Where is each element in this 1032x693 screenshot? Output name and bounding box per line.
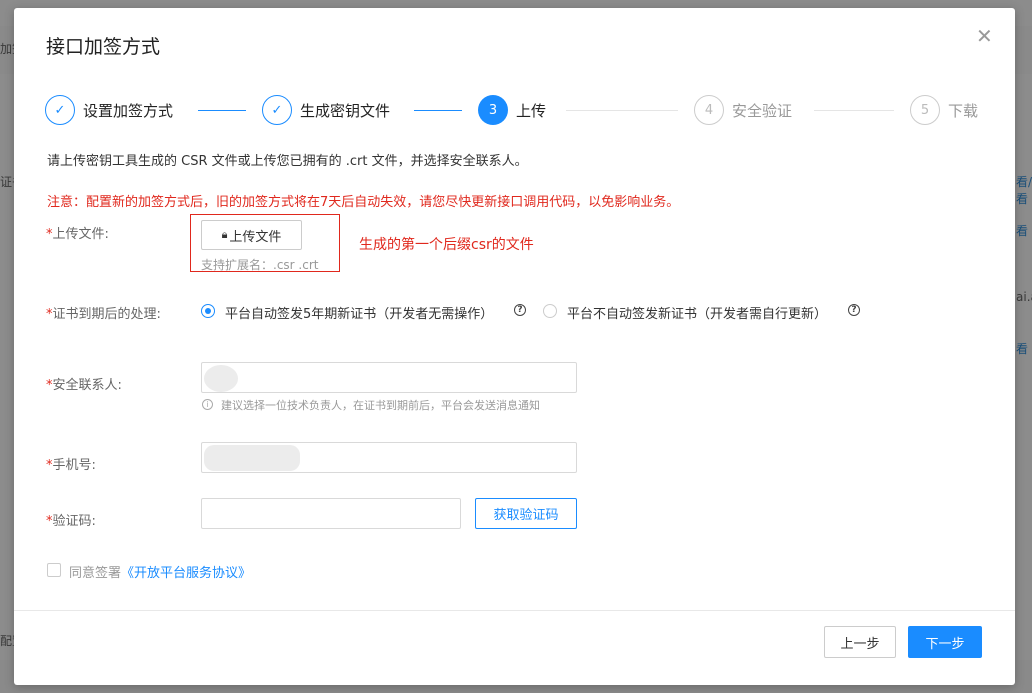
- radio-manual-renew[interactable]: [543, 304, 557, 318]
- step-label: 下载: [948, 101, 979, 120]
- step-number: 3: [478, 95, 508, 125]
- verify-label: *验证码:: [46, 514, 96, 529]
- upload-label: *上传文件:: [46, 227, 109, 242]
- verify-code-field[interactable]: [201, 498, 461, 529]
- contact-label: *安全联系人:: [46, 378, 122, 393]
- radio-auto-renew-label: 平台自动签发5年期新证书（开发者无需操作）: [225, 307, 494, 322]
- step-4: 4 安全验证: [694, 94, 792, 126]
- step-3: 3 上传: [478, 94, 546, 126]
- step-connector: [414, 110, 462, 111]
- phone-label: *手机号:: [46, 458, 96, 473]
- step-1: ✓ 设置加签方式: [45, 94, 173, 126]
- contact-select[interactable]: [201, 362, 577, 393]
- next-button[interactable]: 下一步: [908, 626, 982, 658]
- agreement-text: 同意签署《开放平台服务协议》: [69, 562, 251, 581]
- lock-icon: 🔒︎: [221, 228, 228, 241]
- dialog-title: 接口加签方式: [46, 36, 161, 58]
- annotation-text: 生成的第一个后缀csr的文件: [359, 237, 534, 253]
- check-icon: ✓: [45, 95, 75, 125]
- radio-auto-renew[interactable]: [201, 304, 215, 318]
- question-icon[interactable]: ?: [848, 304, 860, 316]
- background-text: ai.ali: [1016, 290, 1032, 304]
- step-label: 上传: [516, 101, 547, 120]
- watermark: CSDN @一本曾经: [880, 667, 1003, 685]
- background-link: 看: [1016, 342, 1029, 356]
- close-icon[interactable]: ✕: [976, 24, 993, 48]
- step-connector: [198, 110, 246, 111]
- upload-button-label: 上传文件: [229, 229, 282, 245]
- question-icon[interactable]: ?: [514, 304, 526, 316]
- step-2: ✓ 生成密钥文件: [262, 94, 390, 126]
- radio-manual-renew-label: 平台不自动签发新证书（开发者需自行更新）: [567, 307, 828, 322]
- background-link: 看/看: [1016, 175, 1032, 206]
- step-label: 设置加签方式: [83, 101, 174, 120]
- step-number: 4: [694, 95, 724, 125]
- step-label: 安全验证: [732, 101, 793, 120]
- expiry-label: *证书到期后的处理:: [46, 307, 161, 322]
- get-code-button[interactable]: 获取验证码: [475, 498, 577, 529]
- agreement-link[interactable]: 《开放平台服务协议》: [121, 566, 251, 581]
- redacted-value: [204, 445, 300, 471]
- check-icon: ✓: [262, 95, 292, 125]
- agree-checkbox[interactable]: [47, 563, 61, 577]
- instructions-text: 请上传密钥工具生成的 CSR 文件或上传您已拥有的 .crt 文件，并选择安全联…: [47, 154, 528, 169]
- step-label: 生成密钥文件: [300, 101, 391, 120]
- step-number: 5: [910, 95, 940, 125]
- contact-hint: 建议选择一位技术负责人，在证书到期前后，平台会发送消息通知: [221, 399, 540, 412]
- footer-divider: [14, 610, 1015, 611]
- notice-text: 注意：配置新的加签方式后，旧的加签方式将在7天后自动失效，请您尽快更新接口调用代…: [47, 195, 680, 210]
- avatar: [204, 365, 238, 392]
- sign-method-dialog: 接口加签方式 ✕ ✓ 设置加签方式 ✓ 生成密钥文件 3 上传 4 安全验证 5…: [14, 8, 1015, 685]
- step-5: 5 下载: [910, 94, 978, 126]
- info-icon: i: [202, 399, 213, 410]
- prev-button[interactable]: 上一步: [824, 626, 896, 658]
- background-link: 看: [1016, 224, 1029, 238]
- upload-file-button[interactable]: 🔒︎ 上传文件: [201, 220, 302, 250]
- upload-hint: 支持扩展名：.csr .crt: [201, 258, 319, 272]
- agreement-prefix: 同意签署: [69, 566, 122, 581]
- step-connector: [566, 110, 678, 111]
- step-connector: [814, 110, 894, 111]
